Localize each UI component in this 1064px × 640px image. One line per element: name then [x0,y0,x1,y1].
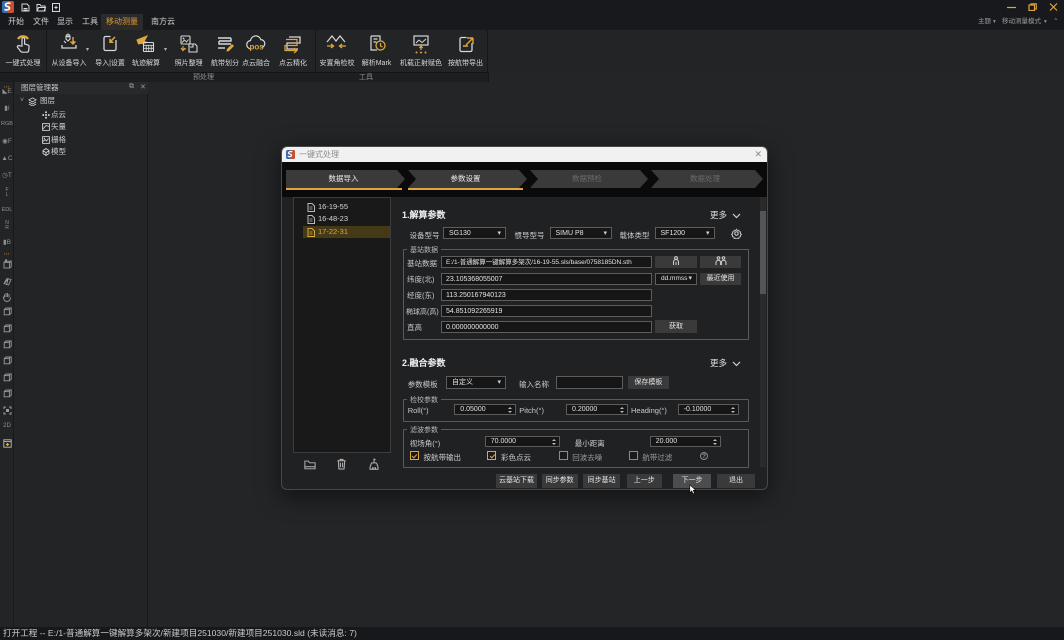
svg-text:pos: pos [250,43,265,52]
